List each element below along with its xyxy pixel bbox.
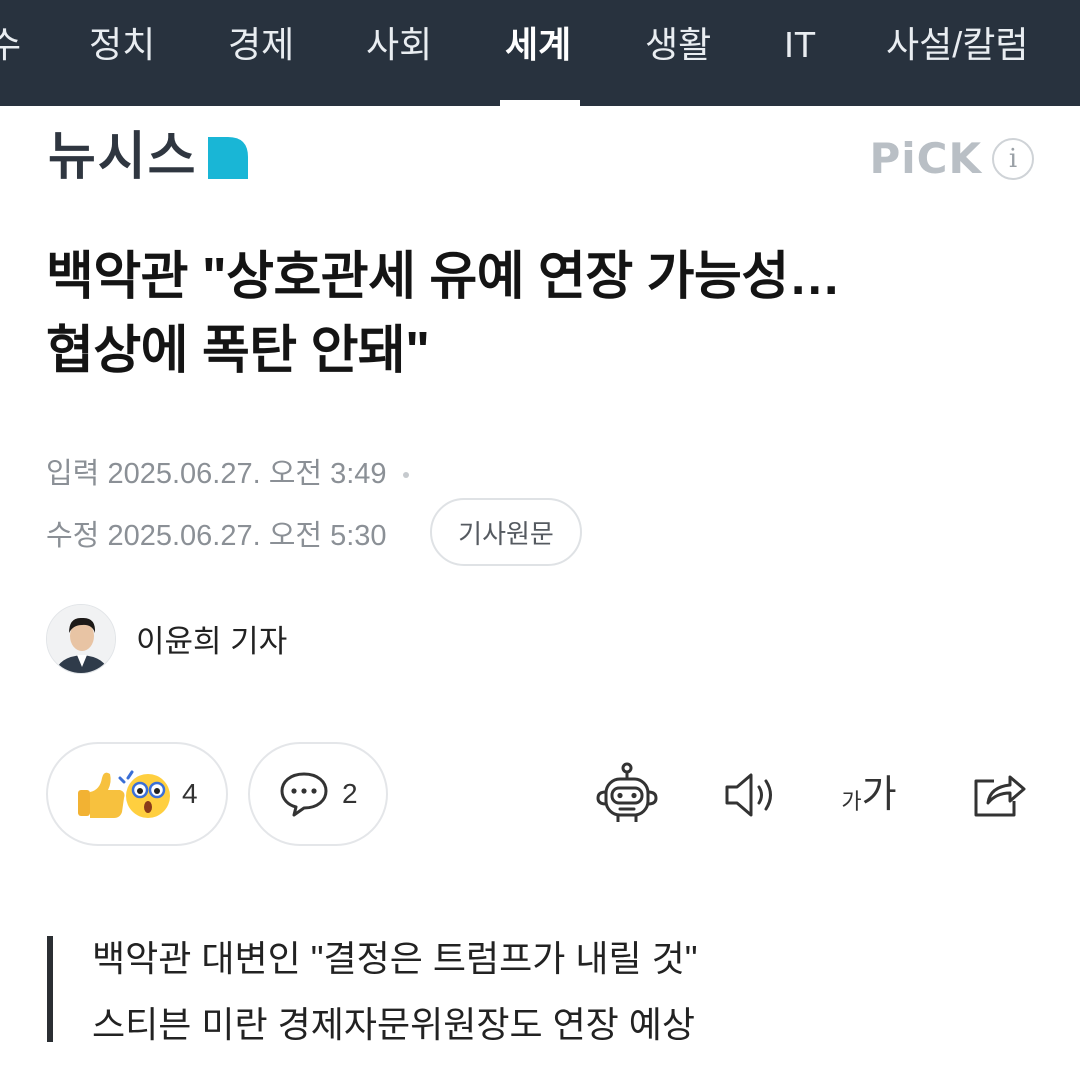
logo-accent-icon	[207, 137, 248, 179]
comment-icon	[280, 772, 328, 817]
speaker-icon	[725, 773, 772, 817]
summary-line-2: 스티븐 미란 경제자문위원장도 연장 예상	[92, 1004, 696, 1045]
info-icon[interactable]: i	[992, 137, 1034, 180]
font-size-small-label: 가	[841, 789, 862, 814]
article-headline: 백악관 "상호관세 유예 연장 가능성… 협상에 폭탄 안돼"	[46, 240, 1036, 388]
reaction-emoji-icon	[78, 770, 170, 818]
avatar-portrait-icon	[47, 605, 115, 673]
tab-it[interactable]: IT	[784, 0, 816, 106]
modified-value: 2025.06.27. 오전 5:30	[107, 520, 387, 552]
original-article-button[interactable]: 기사원문	[430, 498, 582, 566]
published-label: 입력	[46, 458, 100, 490]
publisher-logo[interactable]: 뉴시스	[48, 130, 250, 185]
tab-living[interactable]: 생활	[645, 0, 711, 106]
summary-line-1: 백악관 대변인 "결정은 트럼프가 내릴 것"	[92, 938, 698, 979]
share-icon	[974, 775, 1026, 817]
font-size-large-label: 가	[861, 774, 897, 816]
tab-politics[interactable]: 정치	[89, 0, 155, 106]
tab-society[interactable]: 사회	[366, 0, 432, 106]
tab-partial-leading[interactable]: 수	[0, 0, 21, 106]
active-tab-indicator	[500, 100, 580, 106]
published-time: 입력 2025.06.27. 오전 3:49	[46, 450, 409, 492]
share-button[interactable]	[964, 760, 1034, 830]
separator-dot	[402, 472, 409, 479]
section-nav-bar: 수 정치 경제 사회 세계 생활 IT 사설/칼럼	[0, 0, 1080, 106]
reaction-count: 4	[182, 778, 198, 809]
headline-line-2: 협상에 폭탄 안돼"	[46, 322, 430, 380]
tab-opinion[interactable]: 사설/칼럼	[886, 0, 1028, 106]
pick-label: PiCK	[869, 134, 982, 183]
font-size-button[interactable]: 가 가	[834, 760, 904, 830]
tab-world[interactable]: 세계	[505, 0, 571, 106]
reporter-avatar[interactable]	[46, 604, 116, 674]
text-to-speech-button[interactable]	[716, 760, 786, 830]
ai-summary-button[interactable]	[592, 760, 662, 830]
comment-button[interactable]: 2	[248, 742, 388, 846]
pick-badge: PiCK i	[869, 134, 1034, 183]
robot-icon	[596, 762, 658, 822]
modified-time: 수정 2025.06.27. 오전 5:30	[46, 512, 387, 554]
font-size-icon: 가 가	[841, 773, 896, 817]
headline-line-1: 백악관 "상호관세 유예 연장 가능성…	[46, 248, 841, 306]
article-summary: 백악관 대변인 "결정은 트럼프가 내릴 것" 스티븐 미란 경제자문위원장도 …	[92, 926, 698, 1058]
tab-economy[interactable]: 경제	[228, 0, 294, 106]
summary-accent-bar	[47, 936, 53, 1042]
published-value: 2025.06.27. 오전 3:49	[107, 458, 387, 490]
comment-count: 2	[342, 778, 358, 809]
reporter-name[interactable]: 이윤희 기자	[136, 616, 287, 661]
publisher-logo-text: 뉴시스	[48, 127, 198, 187]
modified-label: 수정	[46, 520, 100, 552]
reaction-button[interactable]: 4	[46, 742, 228, 846]
